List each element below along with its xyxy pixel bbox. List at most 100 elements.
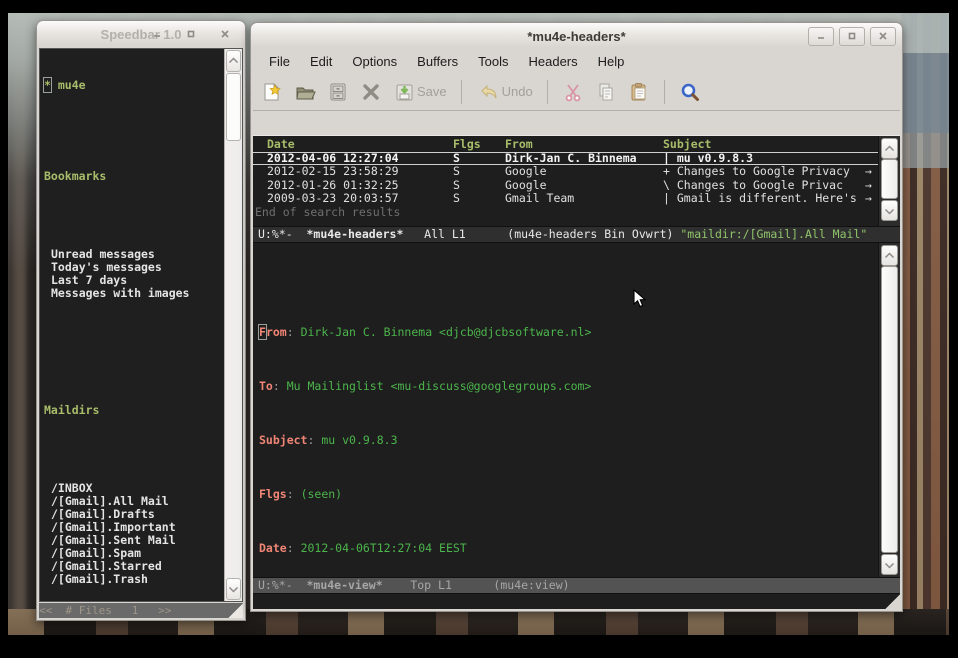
headers-modeline: U:%*- *mu4e-headers* All L1 (mu4e-header…: [253, 226, 900, 243]
column-subject[interactable]: Subject: [663, 138, 865, 152]
message-view-pane: From: Dirk-Jan C. Binnema <djcb@djcbsoft…: [253, 243, 900, 577]
headers-scrollbar[interactable]: [878, 136, 900, 226]
menu-item[interactable]: Buffers: [407, 52, 468, 71]
speedbar-cursor: *: [44, 78, 51, 92]
minimize-icon[interactable]: [145, 26, 169, 43]
message-header-field: Flgs: (seen): [259, 488, 878, 502]
view-scrollbar[interactable]: [878, 243, 900, 577]
cell-flags: S: [453, 179, 505, 193]
wrap-arrow-icon: →: [865, 165, 879, 179]
cell-date: 2012-02-15 23:58:29: [261, 165, 453, 179]
message-row[interactable]: 2009-03-23 20:03:57 S Gmail Team | Gmail…: [253, 192, 879, 206]
scroll-down-icon[interactable]: [881, 554, 898, 575]
headers-pane: Date Flgs From Subject 2012-04-06 12:27:…: [253, 135, 900, 226]
scroll-down-icon[interactable]: [226, 578, 241, 600]
toolbar-separator: [664, 80, 665, 104]
toolbar-separator: [547, 80, 548, 104]
copy-button[interactable]: [595, 81, 617, 103]
message-row[interactable]: 2012-01-26 01:32:25 S Google \ Changes t…: [253, 179, 879, 193]
message-header-field: Date: 2012-04-06T12:27:04 EEST: [259, 542, 878, 556]
menu-item[interactable]: Options: [342, 52, 407, 71]
maximize-icon[interactable]: [179, 26, 203, 43]
scroll-up-icon[interactable]: [881, 138, 898, 159]
field-value: 2012-04-06T12:27:04 EEST: [301, 541, 467, 555]
maximize-icon[interactable]: [839, 27, 865, 46]
cell-date: 2012-04-06 12:27:04: [261, 152, 453, 166]
message-row[interactable]: 2012-04-06 12:27:04 S Dirk-Jan C. Binnem…: [253, 152, 879, 166]
mu4e-titlebar[interactable]: *mu4e-headers*: [250, 22, 903, 50]
close-buffer-button[interactable]: [360, 81, 382, 103]
cell-flags: S: [453, 192, 505, 206]
speedbar-list: * mu4e Bookmarks Unread messagesToday's …: [40, 49, 224, 601]
scrollbar-thumb[interactable]: [881, 159, 898, 199]
speedbar-modeline: << # Files 1 >>: [39, 603, 243, 618]
menu-item[interactable]: Headers: [518, 52, 587, 71]
field-label: To: [259, 379, 273, 393]
undo-label: Undo: [502, 84, 533, 99]
resize-grip[interactable]: [885, 594, 900, 609]
cell-from: Google: [505, 179, 663, 193]
field-value: Dirk-Jan C. Binnema <djcb@djcbsoftware.n…: [301, 325, 592, 339]
speedbar-frame: * mu4e Bookmarks Unread messagesToday's …: [36, 46, 246, 621]
mu4e-window: *mu4e-headers* FileEditOptionsBuffersToo…: [250, 22, 903, 612]
speedbar-scrollbar[interactable]: [224, 49, 242, 601]
speedbar-bookmark-item[interactable]: Messages with images: [44, 287, 224, 300]
field-label: From: [259, 325, 287, 339]
field-value: mu v0.9.8.3: [321, 433, 397, 447]
message-row[interactable]: 2012-02-15 23:58:29 S Google + Changes t…: [253, 165, 879, 179]
scrollbar-thumb[interactable]: [226, 73, 241, 141]
scrollbar-thumb[interactable]: [881, 266, 898, 553]
scroll-up-icon[interactable]: [881, 245, 898, 266]
wallpaper-city-right: [901, 13, 949, 635]
menu-bar: FileEditOptionsBuffersToolsHeadersHelp: [253, 50, 900, 73]
resize-grip[interactable]: [228, 603, 243, 618]
cell-subject: | Gmail is different. Here's: [663, 192, 865, 206]
end-of-results: End of search results: [253, 206, 879, 220]
menu-item[interactable]: File: [259, 52, 300, 71]
cell-subject: \ Changes to Google Privac: [663, 179, 865, 193]
message-header-field: From: Dirk-Jan C. Binnema <djcb@djcbsoft…: [259, 326, 878, 340]
undo-button[interactable]: Undo: [476, 81, 533, 103]
file-cabinet-button[interactable]: [327, 81, 349, 103]
mu4e-window-title: *mu4e-headers*: [527, 29, 625, 44]
field-label: Date: [259, 541, 287, 555]
save-label: Save: [417, 84, 447, 99]
cell-flags: S: [453, 152, 505, 166]
menu-item[interactable]: Help: [588, 52, 635, 71]
view-modeline: U:%*- *mu4e-view* Top L1 (mu4e:view): [253, 577, 900, 594]
new-message-button[interactable]: [261, 81, 283, 103]
echo-area[interactable]: [253, 594, 900, 609]
paste-button[interactable]: [628, 81, 650, 103]
cut-button[interactable]: [562, 81, 584, 103]
scroll-down-icon[interactable]: [881, 200, 898, 221]
menu-item[interactable]: Tools: [468, 52, 518, 71]
emacs-area: Date Flgs From Subject 2012-04-06 12:27:…: [253, 135, 900, 609]
close-icon[interactable]: [870, 27, 896, 46]
toolbar-separator: [461, 80, 462, 104]
headers-row-list: 2012-04-06 12:27:04 S Dirk-Jan C. Binnem…: [253, 152, 879, 206]
speedbar-titlebar[interactable]: Speedbar 1.0: [36, 20, 246, 48]
screen: Speedbar 1.0 * mu4e Bookmarks Unread mes…: [0, 0, 958, 658]
search-button[interactable]: [679, 81, 701, 103]
headers-column-row: Date Flgs From Subject: [253, 138, 879, 152]
open-folder-button[interactable]: [294, 81, 316, 103]
close-icon[interactable]: [213, 26, 237, 43]
field-value: (seen): [301, 487, 343, 501]
message-header-fields: From: Dirk-Jan C. Binnema <djcb@djcbsoft…: [259, 272, 878, 577]
minimize-icon[interactable]: [808, 27, 834, 46]
cell-date: 2012-01-26 01:32:25: [261, 179, 453, 193]
buffer-name: *mu4e-headers*: [306, 227, 403, 241]
column-flags[interactable]: Flgs: [453, 138, 505, 152]
speedbar-root-item[interactable]: * mu4e: [44, 79, 224, 92]
speedbar-maildir-item[interactable]: /[Gmail].Trash: [44, 573, 224, 586]
message-header-field: To: Mu Mailinglist <mu-discuss@googlegro…: [259, 380, 878, 394]
column-date[interactable]: Date: [261, 138, 453, 152]
field-value: Mu Mailinglist <mu-discuss@googlegroups.…: [287, 379, 592, 393]
scroll-up-icon[interactable]: [226, 50, 241, 72]
wrap-arrow-icon: [865, 152, 879, 166]
cell-from: Dirk-Jan C. Binnema: [505, 152, 663, 166]
column-from[interactable]: From: [505, 138, 663, 152]
save-button[interactable]: Save: [393, 81, 447, 103]
speedbar-section-bookmarks: Bookmarks: [44, 170, 224, 183]
menu-item[interactable]: Edit: [300, 52, 342, 71]
